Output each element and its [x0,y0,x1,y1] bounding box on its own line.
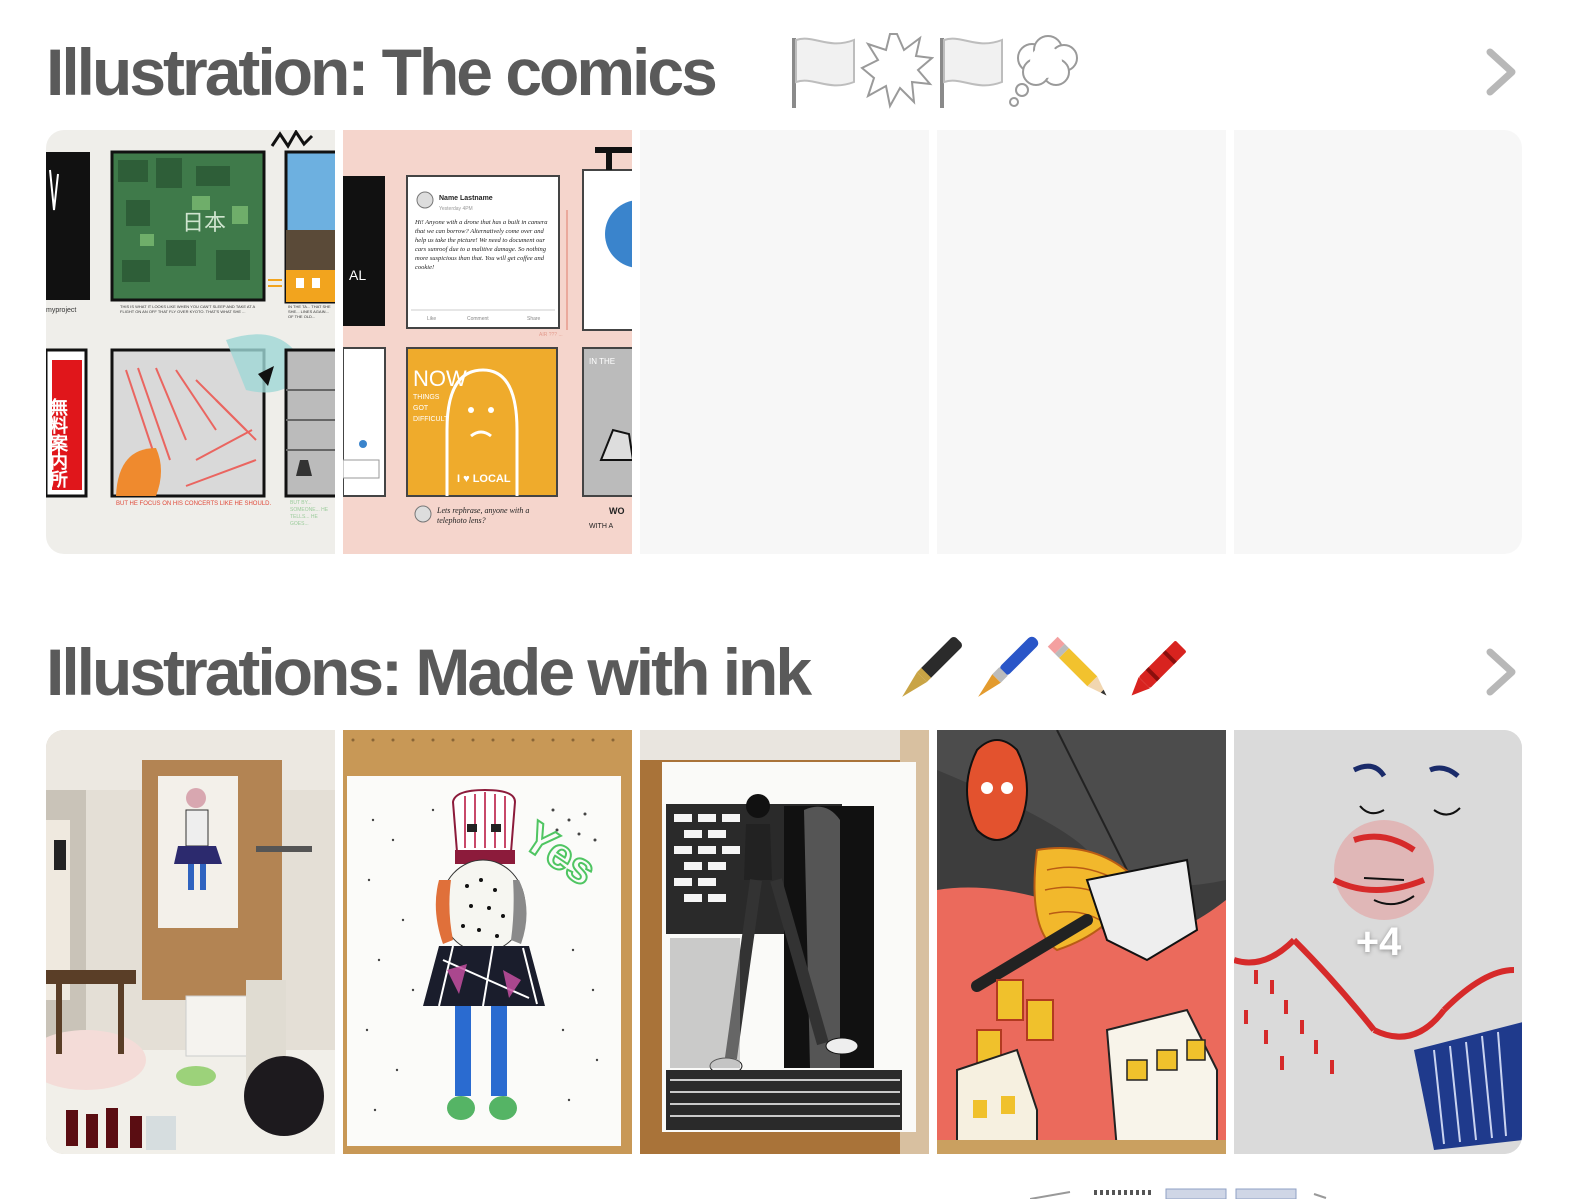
speech-burst-icon [860,33,934,109]
empty-thumbnail[interactable] [640,130,929,554]
empty-thumbnail[interactable] [937,130,1226,554]
post-name: Name Lastname [439,195,493,202]
photo-thumbnail[interactable] [937,730,1226,1154]
thumbnail-grid: Yes +4 [46,730,1522,1154]
air-text: AIR ??? ... [539,332,563,338]
panel-caption: IN THE TA... THAT SHE SHE... LINES AGAIN… [288,304,331,319]
paintbrush-icon [978,636,1039,697]
next-row-peek [1030,1188,1327,1199]
album-section-comics: Illustration: The comics 日本 myproject TH… [46,22,1522,554]
kanji-sign-text: 無料案内所 [48,397,69,489]
section-title: Illustrations: Made with ink [46,635,812,709]
fountain-pen-icon [902,637,962,697]
photo-thumbnail[interactable]: +4 [1234,730,1522,1154]
album-section-ink: Illustrations: Made with ink Yes +4 [46,622,1522,1154]
section-title: Illustration: The comics [46,35,718,109]
thought-bubble-icon [1009,35,1078,107]
panel-caption: BUT BY... SOMEONE... HE TELLS... HE GOES… [290,500,329,527]
panel-caption: WO [609,506,625,516]
white-flag-icon [792,37,855,108]
comic-thumbnail[interactable]: AL Name Lastname Yesterday 4PM Hi! Anyon… [343,130,632,554]
crayon-icon [1131,641,1186,696]
section-header[interactable]: Illustration: The comics [46,22,1522,118]
shirt-text: I ♥ LOCAL [457,473,511,485]
more-photos-count: +4 [1355,920,1402,964]
pencil-icon [1047,636,1107,696]
empty-thumbnail[interactable] [1234,130,1522,554]
credit-text: myproject [46,307,76,314]
panel-caption: IN THE [589,357,615,366]
photo-thumbnail[interactable] [46,730,335,1154]
panel-caption: WITH A [589,523,613,530]
kanji-map-text: 日本 [182,210,226,235]
panel-caption: THIS IS WHAT IT LOOKS LIKE WHEN YOU CAN'… [120,304,255,314]
title-emoji-row [892,630,1194,710]
photo-thumbnail[interactable]: Yes [343,730,632,1154]
reply-text: Lets rephrase, anyone with a telephoto l… [437,506,530,525]
post-comment: Comment [467,316,489,322]
post-share: Share [527,316,541,322]
section-header[interactable]: Illustrations: Made with ink [46,622,1522,718]
panel-caption: BUT HE FOCUS ON HIS CONCERTS LIKE HE SHO… [116,501,272,507]
chevron-right-icon[interactable] [1478,646,1522,698]
thumbnail-grid: 日本 myproject THIS IS WHAT IT LOOKS LIKE … [46,130,1522,554]
chevron-right-icon[interactable] [1478,46,1522,98]
svg-text:AL: AL [349,267,366,283]
white-flag-icon [940,37,1003,108]
post-text: Hi! Anyone with a drone that has a built… [415,219,548,271]
title-emoji-row [788,30,1082,110]
comic-thumbnail[interactable]: 日本 myproject THIS IS WHAT IT LOOKS LIKE … [46,130,335,554]
post-like: Like [427,316,436,322]
post-time: Yesterday 4PM [439,206,473,212]
photo-thumbnail[interactable] [640,730,929,1154]
